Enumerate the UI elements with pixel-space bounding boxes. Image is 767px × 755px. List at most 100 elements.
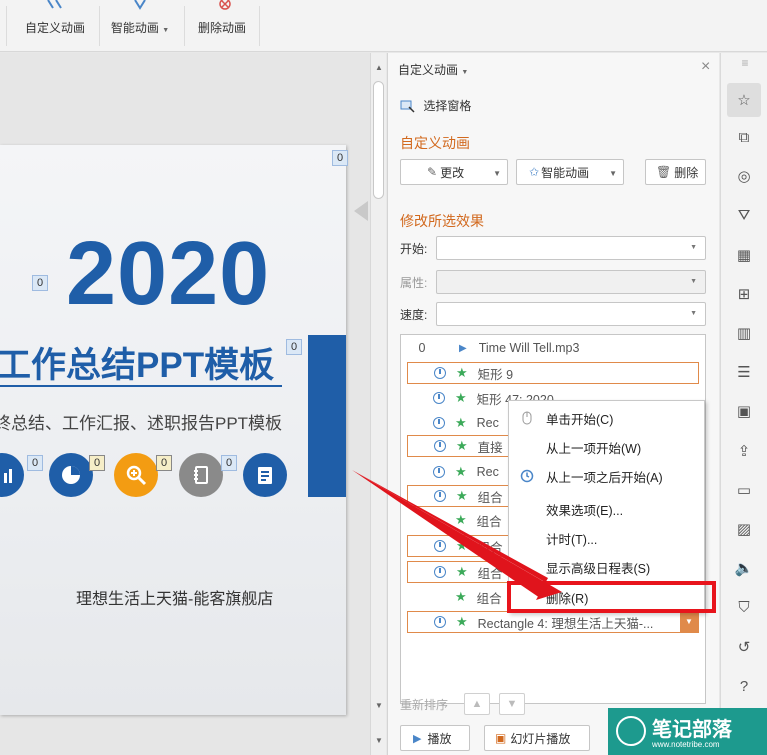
- grid-icon[interactable]: ⊞: [732, 282, 756, 306]
- image-gallery-icon[interactable]: ▣: [732, 399, 756, 423]
- star-effect-icon: ★: [456, 564, 468, 579]
- slide-title-text[interactable]: 工作总结PPT模板: [0, 337, 274, 388]
- sliders-icon[interactable]: ☰: [732, 360, 756, 384]
- menu-item-with-previous[interactable]: 从上一项开始(W): [509, 434, 704, 460]
- smart-animation-button[interactable]: 智能动画 ▼: [104, 0, 176, 52]
- document-list-icon[interactable]: [243, 453, 287, 497]
- animation-order-tag[interactable]: 0: [332, 150, 348, 166]
- play-audio-icon: ▶: [459, 342, 467, 354]
- trash-icon: 🗑: [656, 165, 672, 179]
- delete-label: 删除: [674, 165, 699, 180]
- menu-item-label: 从上一项之后开始(A): [546, 470, 663, 485]
- list-item-label: 组合: [477, 566, 503, 581]
- pie-chart-icon[interactable]: [49, 453, 93, 497]
- table-icon[interactable]: ▦: [732, 243, 756, 267]
- list-item[interactable]: 0 ▶ Time Will Tell.mp3: [407, 337, 699, 359]
- speaker-icon[interactable]: 🔈: [732, 556, 756, 580]
- animation-order-tag[interactable]: 0: [27, 455, 43, 471]
- menu-item-after-previous[interactable]: 从上一项之后开始(A): [509, 463, 704, 489]
- transition-icon[interactable]: ⧉: [732, 125, 756, 149]
- scroll-up-icon[interactable]: ▲: [375, 63, 383, 72]
- star-effect-icon: ★: [456, 538, 468, 553]
- shield-icon[interactable]: ⛉: [732, 595, 756, 619]
- delete-effect-button[interactable]: 🗑 删除: [645, 159, 706, 185]
- star-animation-icon[interactable]: ☆: [727, 83, 761, 117]
- clock-icon: [434, 540, 446, 552]
- collapse-pane-arrow-icon[interactable]: [354, 201, 368, 221]
- slideshow-button[interactable]: ▣ 幻灯片播放: [484, 725, 590, 751]
- clock-icon: [433, 466, 445, 478]
- animation-order-tag[interactable]: 0: [32, 275, 48, 291]
- delete-animation-icon: [219, 0, 231, 10]
- picture-icon[interactable]: ▨: [732, 517, 756, 541]
- chevron-down-icon: ▼: [461, 69, 469, 76]
- slide-year-text[interactable]: 2020: [66, 229, 270, 319]
- animation-order-tag[interactable]: 0: [221, 455, 237, 471]
- star-effect-icon: ★: [455, 589, 467, 604]
- archive-box-icon[interactable]: ▭: [732, 478, 756, 502]
- fill-bucket-icon[interactable]: ⛛: [732, 203, 756, 227]
- list-item[interactable]: ★ Rectangle 4: 理想生活上天猫-... ▼: [407, 611, 699, 633]
- chart-icon[interactable]: ▥: [732, 321, 756, 345]
- notebook-icon[interactable]: [179, 453, 223, 497]
- slide[interactable]: 0 2020 工作总结PPT模板 0 终总结、工作汇报、述职报告PPT模板 0 …: [0, 145, 346, 715]
- slide-canvas[interactable]: 0 2020 工作总结PPT模板 0 终总结、工作汇报、述职报告PPT模板 0 …: [0, 53, 370, 755]
- menu-item-click-start[interactable]: 单击开始(C): [509, 405, 704, 431]
- list-item-label: 组合: [476, 591, 502, 606]
- star-effect-icon: ★: [455, 390, 467, 405]
- play-icon: ▶: [413, 732, 422, 745]
- zoom-in-icon[interactable]: [114, 453, 158, 497]
- arrow-down-icon: ▼: [506, 698, 518, 710]
- change-effect-button[interactable]: ✎ 更改 ▼: [400, 159, 508, 185]
- history-icon[interactable]: ↺: [732, 635, 756, 659]
- animation-order-tag[interactable]: 0: [286, 339, 302, 355]
- select-pane-button[interactable]: 选择窗格: [400, 97, 471, 114]
- bar-chart-icon[interactable]: [0, 453, 24, 497]
- move-down-button[interactable]: ▼: [499, 693, 525, 715]
- property-select[interactable]: ▼: [436, 270, 706, 294]
- menu-item-label: 单击开始(C): [546, 412, 614, 427]
- close-icon[interactable]: ×: [701, 58, 710, 76]
- list-item-label: Rec: [476, 465, 499, 479]
- menu-item-timing[interactable]: 计时(T)...: [509, 525, 704, 551]
- watermark-url: www.notetribe.com: [652, 740, 720, 749]
- share-icon[interactable]: ⇪: [732, 439, 756, 463]
- play-button[interactable]: ▶ 播放: [400, 725, 470, 751]
- menu-item-show-advanced-timeline[interactable]: 显示高级日程表(S): [509, 554, 704, 580]
- slide-accent-bar[interactable]: [308, 335, 346, 497]
- pane-header[interactable]: 自定义动画 ▼: [398, 61, 468, 78]
- chevron-down-icon: ▼: [690, 278, 697, 285]
- move-up-button[interactable]: ▲: [464, 693, 490, 715]
- chevron-down-icon[interactable]: ▼: [680, 612, 698, 632]
- list-item-label: 矩形 9: [477, 367, 514, 382]
- canvas-scrollbar[interactable]: ▲ ▼ ▼: [370, 53, 386, 755]
- star-effect-icon: ★: [455, 512, 467, 527]
- scroll-down-icon[interactable]: ▼: [375, 736, 383, 745]
- pen-logo-icon: [616, 716, 646, 746]
- slide-subtitle-text[interactable]: 终总结、工作汇报、述职报告PPT模板: [0, 409, 282, 434]
- list-item[interactable]: ★ 矩形 9: [407, 362, 699, 384]
- animation-order-tag[interactable]: 0: [156, 455, 172, 471]
- speed-select[interactable]: ▼: [436, 302, 706, 326]
- shapes-icon[interactable]: ◎: [732, 164, 756, 188]
- clock-icon: [433, 417, 445, 429]
- help-icon[interactable]: ?: [732, 674, 756, 698]
- custom-animation-button[interactable]: 自定义动画: [18, 0, 92, 52]
- scroll-down-icon[interactable]: ▼: [375, 701, 383, 710]
- smart-animation-dropdown[interactable]: ✩ 智能动画 ▼: [516, 159, 624, 185]
- start-select[interactable]: ▼: [436, 236, 706, 260]
- slide-store-text[interactable]: 理想生活上天猫-能客旗舰店: [76, 585, 273, 609]
- scrollbar-thumb[interactable]: [373, 81, 384, 199]
- star-effect-icon: ★: [456, 614, 468, 629]
- list-item-index: 0: [418, 341, 426, 355]
- clock-icon: [434, 490, 446, 502]
- arrow-up-icon: ▲: [471, 698, 483, 710]
- custom-animation-icon: [47, 0, 62, 9]
- custom-animation-label: 自定义动画: [24, 21, 85, 35]
- menu-item-effect-options[interactable]: 效果选项(E)...: [509, 496, 704, 522]
- animation-order-tag[interactable]: 0: [89, 455, 105, 471]
- delete-highlight-box: [507, 581, 716, 613]
- delete-animation-button[interactable]: 删除动画: [190, 0, 254, 52]
- right-sidebar: ≡ ☆ ⧉ ◎ ⛛ ▦ ⊞ ▥ ☰ ▣ ⇪ ▭ ▨ 🔈 ⛉ ↺ ?: [720, 53, 767, 755]
- pencil-icon: ✎: [427, 165, 438, 179]
